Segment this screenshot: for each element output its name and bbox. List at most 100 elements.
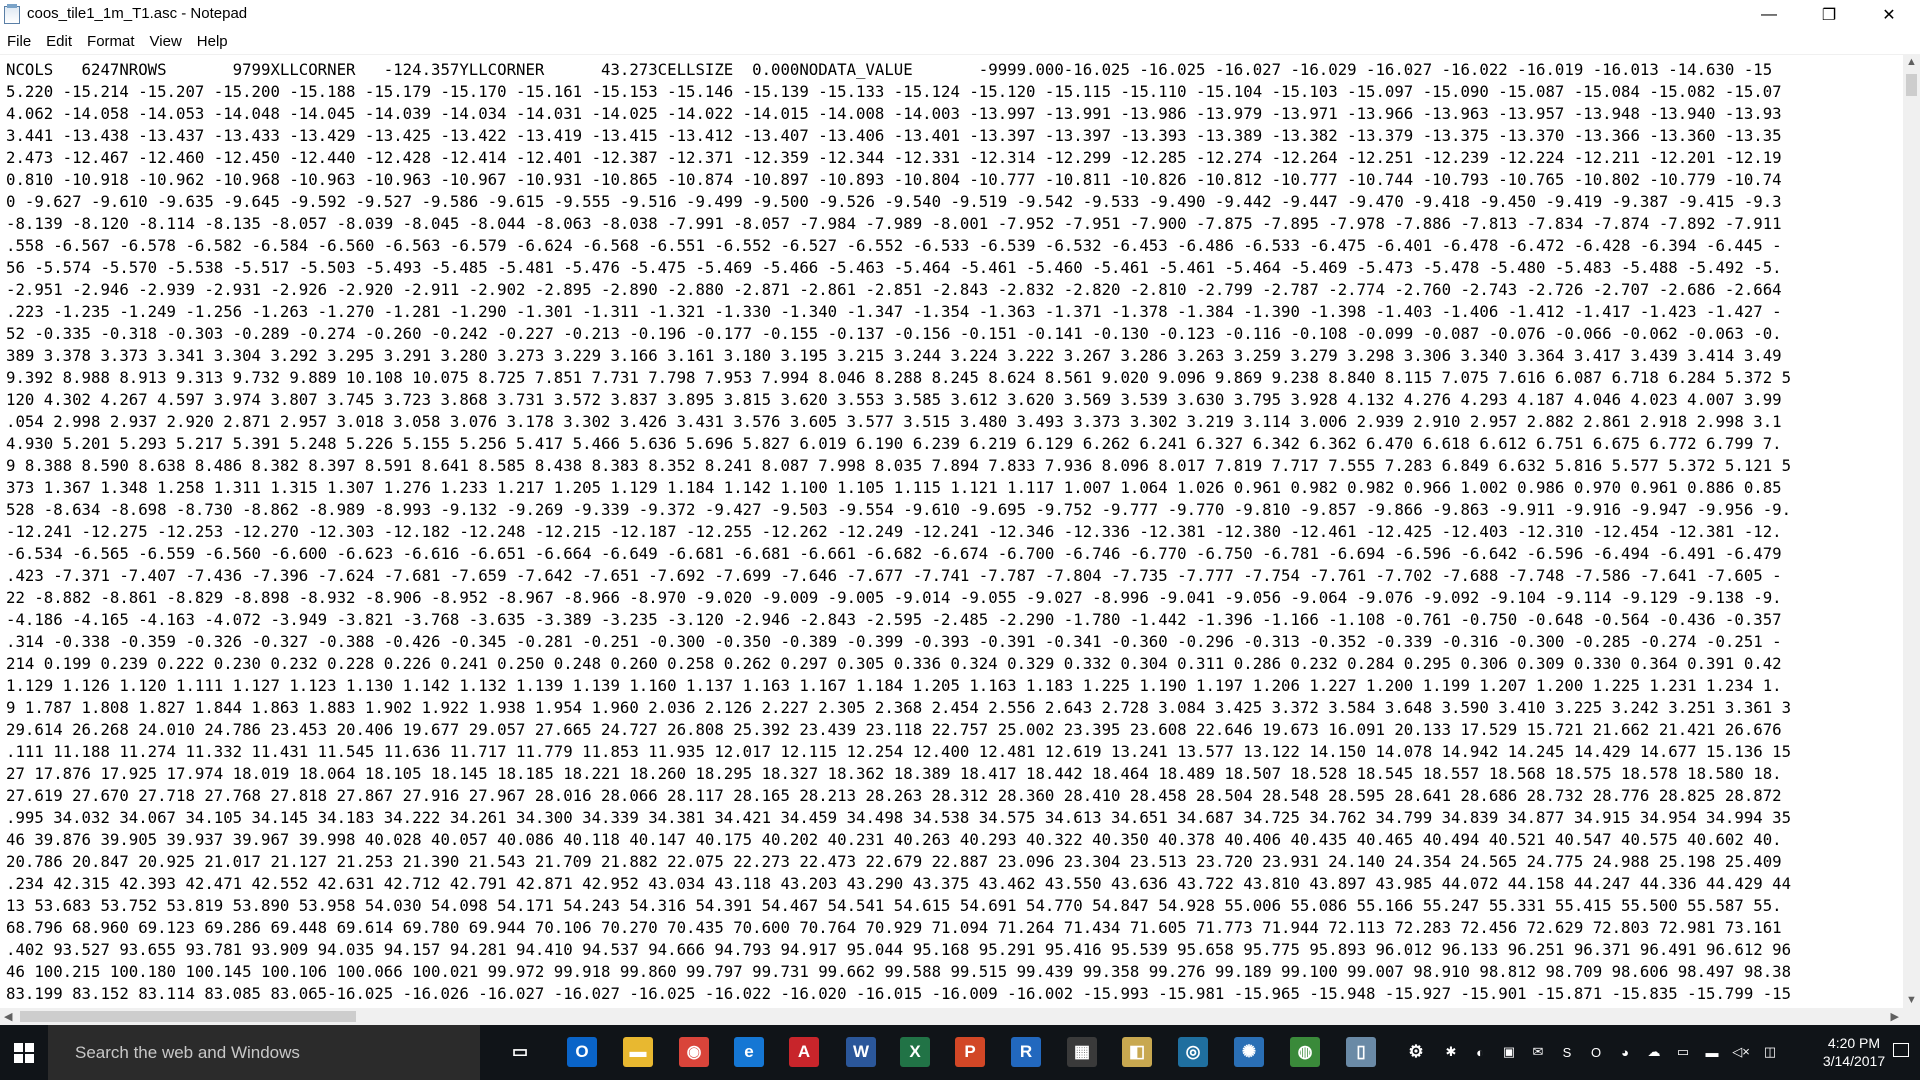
text-line[interactable]: .234 42.315 42.393 42.471 42.552 42.631 … [6,873,1791,895]
text-line[interactable]: .402 93.527 93.655 93.781 93.909 94.035 … [6,939,1791,961]
earth-icon[interactable]: ◍ [1290,1037,1320,1067]
text-line[interactable]: 3.441 -13.438 -13.437 -13.433 -13.429 -1… [6,125,1791,147]
notepad-icon[interactable]: ▯ [1346,1037,1376,1067]
tray-outlook-icon[interactable]: O [1587,1043,1605,1061]
text-line[interactable]: 46 100.215 100.180 100.145 100.106 100.0… [6,961,1791,983]
scroll-down-icon[interactable]: ▼ [1906,994,1917,1006]
horizontal-scroll-thumb[interactable] [20,1011,356,1022]
tray-display-icon[interactable]: ▭ [1674,1043,1692,1061]
text-line[interactable]: 373 1.367 1.348 1.258 1.311 1.315 1.307 … [6,477,1791,499]
text-line[interactable]: -4.186 -4.165 -4.163 -4.072 -3.949 -3.82… [6,609,1791,631]
scroll-left-icon[interactable]: ◀ [4,1010,12,1023]
text-line[interactable]: -8.139 -8.120 -8.114 -8.135 -8.057 -8.03… [6,213,1791,235]
text-editor[interactable]: NCOLS 6247NROWS 9799XLLCORNER -124.357YL… [0,54,1903,1009]
scroll-right-icon[interactable]: ▶ [1891,1010,1899,1023]
text-line[interactable]: 2.473 -12.467 -12.460 -12.450 -12.440 -1… [6,147,1791,169]
chrome-icon[interactable]: ◉ [679,1037,709,1067]
vertical-scroll-thumb[interactable] [1906,74,1917,96]
tray-skype-icon[interactable]: S [1558,1043,1576,1061]
text-line[interactable]: 46 39.876 39.905 39.937 39.967 39.998 40… [6,829,1791,851]
text-line[interactable]: NCOLS 6247NROWS 9799XLLCORNER -124.357YL… [6,59,1791,81]
text-line[interactable]: .423 -7.371 -7.407 -7.436 -7.396 -7.624 … [6,565,1791,587]
settings-icon[interactable]: ⚙ [1401,1037,1431,1067]
gear-globe-icon[interactable]: ✺ [1234,1037,1264,1067]
text-line[interactable]: .314 -0.338 -0.359 -0.326 -0.327 -0.388 … [6,631,1791,653]
tray-network-icon[interactable]: ◐ [1471,1043,1489,1061]
text-line[interactable]: .054 2.998 2.937 2.920 2.871 2.957 3.018… [6,411,1791,433]
excel-icon[interactable]: X [900,1037,930,1067]
text-line[interactable]: 5.220 -15.214 -15.207 -15.200 -15.188 -1… [6,81,1791,103]
text-line[interactable]: 0.810 -10.918 -10.962 -10.968 -10.963 -1… [6,169,1791,191]
text-line[interactable]: 56 -5.574 -5.570 -5.538 -5.517 -5.503 -5… [6,257,1791,279]
start-button[interactable] [0,1025,48,1080]
text-line[interactable]: 214 0.199 0.239 0.222 0.230 0.232 0.228 … [6,653,1791,675]
action-center-icon[interactable] [1893,1043,1909,1057]
text-line[interactable]: 4.930 5.201 5.293 5.217 5.391 5.248 5.22… [6,433,1791,455]
text-line[interactable]: 22 -8.882 -8.861 -8.829 -8.898 -8.932 -8… [6,587,1791,609]
title-bar[interactable]: coos_tile1_1m_T1.asc - Notepad — ❐ ✕ [0,0,1920,30]
word-icon[interactable]: W [846,1037,876,1067]
edge-icon[interactable]: e [734,1037,764,1067]
tray-volume-icon[interactable]: ◁× [1732,1043,1750,1061]
tray-cloud-icon[interactable]: ☁ [1645,1043,1663,1061]
text-line[interactable]: 83.199 83.152 83.114 83.085 83.065-16.02… [6,983,1791,1005]
menu-view[interactable]: View [143,33,190,50]
text-line[interactable]: 13 53.683 53.752 53.819 53.890 53.958 54… [6,895,1791,917]
text-line[interactable]: 0 -9.627 -9.610 -9.635 -9.645 -9.592 -9.… [6,191,1791,213]
minimize-button[interactable]: — [1746,0,1792,30]
vertical-scrollbar[interactable]: ▲ ▼ [1903,54,1920,1008]
tray-wifi-icon[interactable]: ◫ [1761,1043,1779,1061]
text-line[interactable]: 120 4.302 4.267 4.597 3.974 3.807 3.745 … [6,389,1791,411]
text-line[interactable]: 4.062 -14.058 -14.053 -14.048 -14.045 -1… [6,103,1791,125]
search-placeholder: Search the web and Windows [75,1043,300,1062]
calculator-icon[interactable]: ▦ [1067,1037,1097,1067]
notepad-icon[interactable] [4,4,20,24]
acrobat-icon[interactable]: A [789,1037,819,1067]
taskbar-clock[interactable]: 4:20 PM 3/14/2017 [1817,1034,1891,1070]
tray-mail-icon[interactable]: ✉ [1529,1043,1547,1061]
text-line[interactable]: 27 17.876 17.925 17.974 18.019 18.064 18… [6,763,1791,785]
horizontal-scrollbar[interactable]: ◀ ▶ [0,1008,1903,1025]
text-line[interactable]: -6.534 -6.565 -6.559 -6.560 -6.600 -6.62… [6,543,1791,565]
text-line[interactable]: 9.392 8.988 8.913 9.313 9.732 9.889 10.1… [6,367,1791,389]
text-line[interactable]: .223 -1.235 -1.249 -1.256 -1.263 -1.270 … [6,301,1791,323]
folder-tool-icon[interactable]: ◧ [1122,1037,1152,1067]
menu-file[interactable]: File [0,33,39,50]
r-icon[interactable]: R [1011,1037,1041,1067]
powerpoint-icon[interactable]: P [955,1037,985,1067]
menu-format[interactable]: Format [80,33,143,50]
text-line[interactable]: 68.796 68.960 69.123 69.286 69.448 69.61… [6,917,1791,939]
outlook-icon[interactable]: O [567,1037,597,1067]
menu-help[interactable]: Help [190,33,236,50]
globe-search-icon[interactable]: ◎ [1178,1037,1208,1067]
text-line[interactable]: .558 -6.567 -6.578 -6.582 -6.584 -6.560 … [6,235,1791,257]
task-view-icon[interactable]: ▭ [505,1037,535,1067]
clock-time: 4:20 PM [1827,1035,1881,1051]
tray-yellow-icon[interactable]: ✱ [1442,1043,1460,1061]
taskbar-search-box[interactable]: Search the web and Windows [48,1025,480,1080]
maximize-button[interactable]: ❐ [1806,0,1852,30]
text-line[interactable]: 9 1.787 1.808 1.827 1.844 1.863 1.883 1.… [6,697,1791,719]
tray-nvidia-icon[interactable]: ▣ [1500,1043,1518,1061]
text-line[interactable]: .995 34.032 34.067 34.105 34.145 34.183 … [6,807,1791,829]
text-line[interactable]: 29.614 26.268 24.010 24.786 23.453 20.40… [6,719,1791,741]
scroll-up-icon[interactable]: ▲ [1906,56,1917,68]
window-title: coos_tile1_1m_T1.asc - Notepad [27,5,248,22]
close-button[interactable]: ✕ [1866,0,1912,30]
text-line[interactable]: 52 -0.335 -0.318 -0.303 -0.289 -0.274 -0… [6,323,1791,345]
size-grip[interactable] [1903,1008,1920,1025]
tray-battery-icon[interactable]: ▬ [1703,1043,1721,1061]
file-explorer-icon[interactable]: ▬ [623,1037,653,1067]
text-line[interactable]: -2.951 -2.946 -2.939 -2.931 -2.926 -2.92… [6,279,1791,301]
text-line[interactable]: 27.619 27.670 27.718 27.768 27.818 27.86… [6,785,1791,807]
text-line[interactable]: 1.129 1.126 1.120 1.111 1.127 1.123 1.13… [6,675,1791,697]
menu-edit[interactable]: Edit [39,33,80,50]
text-line[interactable]: 389 3.378 3.373 3.341 3.304 3.292 3.295 … [6,345,1791,367]
text-line[interactable]: 20.786 20.847 20.925 21.017 21.127 21.25… [6,851,1791,873]
text-line[interactable]: 9 8.388 8.590 8.638 8.486 8.382 8.397 8.… [6,455,1791,477]
document-text[interactable]: NCOLS 6247NROWS 9799XLLCORNER -124.357YL… [6,59,1791,1005]
text-line[interactable]: 528 -8.634 -8.698 -8.730 -8.862 -8.989 -… [6,499,1791,521]
tray-color-icon[interactable]: ◕ [1616,1043,1634,1061]
text-line[interactable]: .111 11.188 11.274 11.332 11.431 11.545 … [6,741,1791,763]
text-line[interactable]: -12.241 -12.275 -12.253 -12.270 -12.303 … [6,521,1791,543]
